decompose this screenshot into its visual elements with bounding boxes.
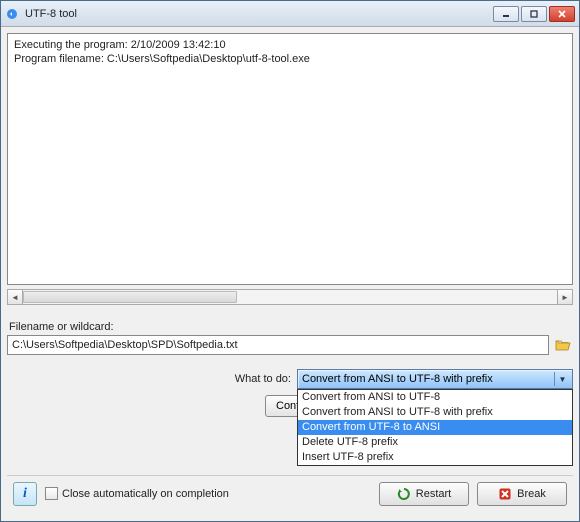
log-line: Executing the program: 2/10/2009 13:42:1… <box>14 38 566 52</box>
close-on-completion-label: Close automatically on completion <box>62 488 229 500</box>
scroll-track[interactable] <box>23 289 557 305</box>
filename-input[interactable] <box>7 335 549 355</box>
scroll-left-arrow-icon[interactable]: ◄ <box>7 289 23 305</box>
close-button[interactable] <box>549 6 575 22</box>
stop-icon <box>498 487 512 501</box>
minimize-button[interactable] <box>493 6 519 22</box>
restart-button[interactable]: Restart <box>379 482 469 506</box>
filename-label: Filename or wildcard: <box>7 321 573 333</box>
filename-section: Filename or wildcard: <box>7 321 573 355</box>
dropdown-option[interactable]: Delete UTF-8 prefix <box>298 435 572 450</box>
content-area: Executing the program: 2/10/2009 13:42:1… <box>1 27 579 521</box>
dropdown-option[interactable]: Convert from ANSI to UTF-8 <box>298 390 572 405</box>
what-to-do-combo-wrap: Convert from ANSI to UTF-8 with prefix ▼… <box>297 369 573 389</box>
browse-button[interactable] <box>553 336 573 354</box>
log-line: Program filename: C:\Users\Softpedia\Des… <box>14 52 566 66</box>
dropdown-option[interactable]: Convert from ANSI to UTF-8 with prefix <box>298 405 572 420</box>
break-button[interactable]: Break <box>477 482 567 506</box>
dropdown-option[interactable]: Convert from UTF-8 to ANSI <box>298 420 572 435</box>
scroll-thumb[interactable] <box>23 291 237 303</box>
log-textarea[interactable]: Executing the program: 2/10/2009 13:42:1… <box>7 33 573 285</box>
bottom-bar: i Close automatically on completion Rest… <box>7 475 573 515</box>
restart-label: Restart <box>416 488 451 500</box>
info-button[interactable]: i <box>13 482 37 506</box>
window-buttons <box>493 6 575 22</box>
scroll-right-arrow-icon[interactable]: ► <box>557 289 573 305</box>
chevron-down-icon: ▼ <box>554 372 570 386</box>
what-to-do-combobox[interactable]: Convert from ANSI to UTF-8 with prefix ▼ <box>297 369 573 389</box>
restart-icon <box>397 487 411 501</box>
folder-open-icon <box>555 338 571 352</box>
close-on-completion-checkbox[interactable] <box>45 487 58 500</box>
what-to-do-label: What to do: <box>7 373 297 385</box>
combo-selected-text: Convert from ANSI to UTF-8 with prefix <box>302 373 493 385</box>
close-on-completion-row[interactable]: Close automatically on completion <box>45 487 229 500</box>
horizontal-scrollbar[interactable]: ◄ ► <box>7 287 573 307</box>
titlebar[interactable]: UTF-8 tool <box>1 1 579 27</box>
what-to-do-row: What to do: Convert from ANSI to UTF-8 w… <box>7 369 573 389</box>
dropdown-option[interactable]: Insert UTF-8 prefix <box>298 450 572 465</box>
maximize-button[interactable] <box>521 6 547 22</box>
app-window: UTF-8 tool Executing the program: 2/10/2… <box>0 0 580 522</box>
what-to-do-dropdown[interactable]: Convert from ANSI to UTF-8 Convert from … <box>297 389 573 466</box>
break-label: Break <box>517 488 546 500</box>
window-title: UTF-8 tool <box>25 8 493 20</box>
app-icon <box>5 7 19 21</box>
